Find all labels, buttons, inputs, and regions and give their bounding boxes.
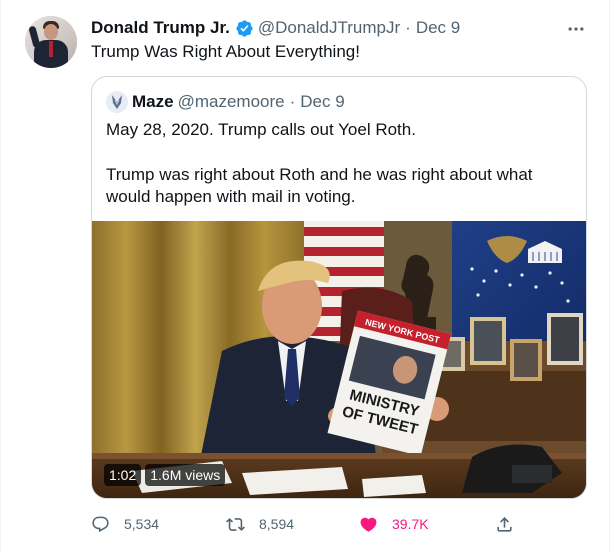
reply-count: 5,534 (124, 516, 160, 532)
author-handle[interactable]: @DonaldJTrumpJr (258, 18, 400, 38)
video-frame: NEW YORK POST MINISTRY OF TWEET (92, 221, 586, 498)
like-button[interactable]: 39.7K (359, 510, 429, 538)
video-views: 1.6M views (145, 464, 226, 486)
quote-author-name[interactable]: Maze (132, 92, 174, 112)
share-icon (497, 516, 512, 532)
tweet-date[interactable]: Dec 9 (416, 18, 460, 38)
retweet-icon (226, 517, 245, 531)
quote-text: May 28, 2020. Trump calls out Yoel Roth.… (106, 119, 576, 209)
video-player[interactable]: NEW YORK POST MINISTRY OF TWEET 1:02 1.6… (92, 221, 586, 498)
quote-author-avatar[interactable] (106, 91, 128, 113)
tweet-text: Trump Was Right About Everything! (91, 42, 360, 61)
retweet-button[interactable]: 8,594 (226, 510, 294, 538)
like-count: 39.7K (392, 516, 429, 532)
more-options-icon[interactable] (565, 18, 587, 40)
retweet-count: 8,594 (259, 516, 295, 532)
heart-icon (360, 517, 377, 532)
share-button[interactable] (495, 510, 514, 538)
quoted-tweet[interactable]: Maze @mazemoore · Dec 9 May 28, 2020. Tr… (91, 76, 587, 499)
reply-icon (92, 516, 109, 532)
quote-paragraph-1: May 28, 2020. Trump calls out Yoel Roth. (106, 120, 416, 139)
quote-paragraph-2: Trump was right about Roth and he was ri… (106, 164, 533, 207)
video-badges: 1:02 1.6M views (104, 464, 226, 486)
verified-badge-icon (236, 19, 253, 37)
video-duration: 1:02 (104, 464, 142, 486)
author-name[interactable]: Donald Trump Jr. (91, 18, 230, 38)
tweet-header: Donald Trump Jr. @DonaldJTrumpJr · Dec 9 (91, 17, 460, 39)
tweet-actions: 5,534 8,594 39.7K (91, 510, 521, 538)
quote-header: Maze @mazemoore · Dec 9 (106, 91, 345, 113)
author-avatar[interactable] (25, 16, 77, 68)
header-separator: · (405, 18, 411, 37)
reply-button[interactable]: 5,534 (91, 510, 159, 538)
quote-date[interactable]: Dec 9 (300, 92, 344, 112)
quote-author-handle[interactable]: @mazemoore (178, 92, 285, 112)
quote-header-separator: · (289, 92, 296, 111)
tweet-card[interactable]: Donald Trump Jr. @DonaldJTrumpJr · Dec 9… (0, 0, 610, 551)
